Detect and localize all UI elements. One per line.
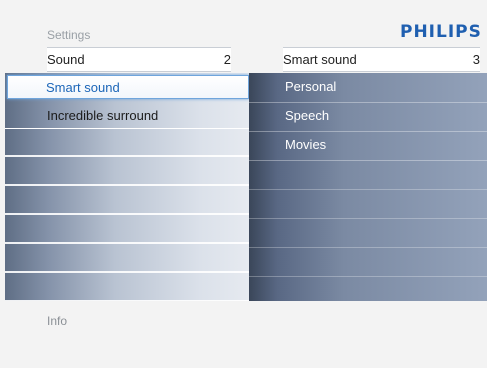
empty-menu-row bbox=[5, 245, 249, 273]
menu-item-incredible-surround[interactable]: Incredible surround bbox=[5, 102, 249, 129]
empty-menu-row bbox=[5, 158, 249, 186]
smart-sound-menu-title: Smart sound bbox=[283, 52, 357, 67]
empty-menu-row bbox=[5, 274, 249, 301]
menu-item-label: Incredible surround bbox=[47, 108, 159, 123]
smart-sound-options-list: Personal Speech Movies bbox=[249, 73, 487, 301]
option-label: Personal bbox=[285, 79, 337, 94]
menu-item-smart-sound[interactable]: Smart sound bbox=[7, 75, 249, 99]
empty-menu-row bbox=[5, 216, 249, 244]
empty-option-row bbox=[249, 247, 487, 277]
sound-menu-header: Sound 2 bbox=[47, 47, 231, 72]
empty-option-row bbox=[249, 189, 487, 219]
empty-menu-row bbox=[5, 187, 249, 215]
empty-option-row bbox=[249, 160, 487, 190]
empty-menu-row bbox=[5, 129, 249, 157]
option-personal[interactable]: Personal bbox=[249, 73, 487, 103]
menu-item-label: Smart sound bbox=[46, 80, 120, 95]
brand-logo: PHILIPS bbox=[400, 22, 482, 42]
option-label: Movies bbox=[285, 137, 327, 152]
smart-sound-menu-level: 3 bbox=[472, 52, 480, 67]
sound-menu-level: 2 bbox=[223, 52, 231, 67]
option-speech[interactable]: Speech bbox=[249, 102, 487, 132]
option-movies[interactable]: Movies bbox=[249, 131, 487, 161]
sound-menu-title: Sound bbox=[47, 52, 85, 67]
empty-option-row bbox=[249, 218, 487, 248]
settings-title: Settings bbox=[47, 28, 91, 42]
smart-sound-menu-header: Smart sound 3 bbox=[283, 47, 480, 72]
sound-menu-list: Smart sound Incredible surround bbox=[5, 73, 249, 301]
info-label: Info bbox=[47, 314, 68, 328]
option-label: Speech bbox=[285, 108, 330, 123]
